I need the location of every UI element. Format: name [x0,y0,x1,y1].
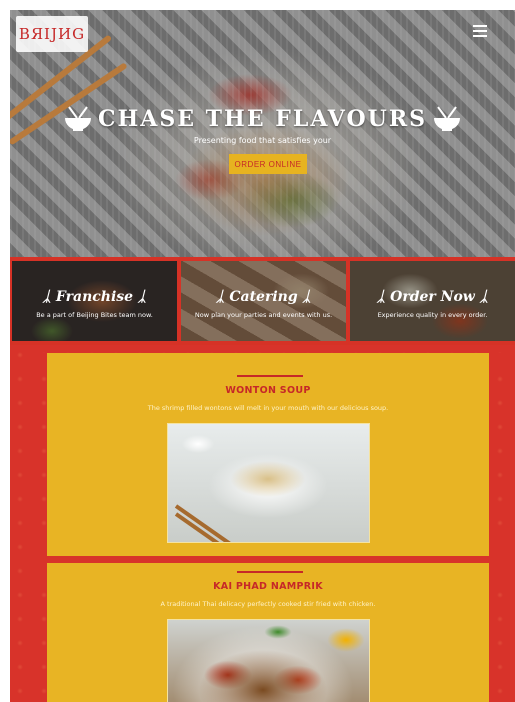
page-frame: BЯIJИG CHASE THE FLAVOURS Presenting foo… [10,10,515,702]
category-catering[interactable]: ᛣ Catering ᛣ Now plan your parties and e… [181,261,346,341]
category-strip: ᛣ Franchise ᛣ Be a part of Beijing Bites… [10,257,515,345]
hero-title: CHASE THE FLAVOURS [97,106,428,132]
dish-card: WONTON SOUP The shrimp filled wontons wi… [27,353,509,556]
dish-description: The shrimp filled wontons will melt in y… [147,404,389,412]
category-subtitle: Now plan your parties and events with us… [194,311,333,319]
hero-title-row: CHASE THE FLAVOURS [10,106,515,132]
brand-logo[interactable]: BЯIJИG [16,16,88,52]
category-title: ᛣ Catering ᛣ [216,289,311,305]
hero-banner: BЯIJИG CHASE THE FLAVOURS Presenting foo… [10,10,515,257]
bowl-chopsticks-icon [434,106,461,131]
featured-dishes-section: WONTON SOUP The shrimp filled wontons wi… [10,345,515,702]
bowl-chopsticks-icon [64,106,91,131]
dish-name: KAI PHAD NAMPRIK [213,581,323,592]
dish-description: A traditional Thai delicacy perfectly co… [160,600,376,608]
category-order-now[interactable]: ᛣ Order Now ᛣ Experience quality in ever… [350,261,515,341]
dish-image [167,619,370,702]
title-rule [237,571,303,573]
hamburger-menu-icon[interactable] [473,25,487,37]
order-online-button[interactable]: ORDER ONLINE [229,154,307,174]
hero-subtitle: Presenting food that satisfies your [193,136,332,145]
category-subtitle: Be a part of Beijing Bites team now. [36,311,153,319]
title-rule [237,375,303,377]
dish-card: KAI PHAD NAMPRIK A traditional Thai deli… [27,563,509,702]
category-title: ᛣ Order Now ᛣ [376,289,489,305]
category-subtitle: Experience quality in every order. [377,311,488,319]
dish-image [167,423,370,543]
brand-logo-text: BЯIJИG [18,25,86,43]
category-title: ᛣ Franchise ᛣ [42,289,147,305]
category-franchise[interactable]: ᛣ Franchise ᛣ Be a part of Beijing Bites… [12,261,177,341]
dish-name: WONTON SOUP [225,385,311,396]
